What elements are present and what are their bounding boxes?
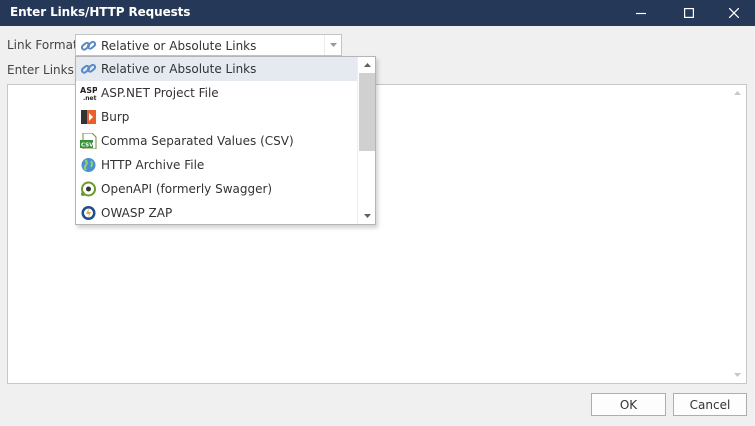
chevron-down-icon <box>329 43 337 47</box>
format-dropdown-list: Relative or Absolute Links ASP .net ASP.… <box>75 56 376 225</box>
link-icon <box>80 63 97 74</box>
arrow-down-icon <box>363 214 371 218</box>
cancel-button[interactable]: Cancel <box>673 393 747 416</box>
globe-icon <box>81 158 96 172</box>
minimize-icon <box>636 12 646 15</box>
dropdown-item-label: Burp <box>101 110 130 124</box>
close-icon <box>729 8 739 18</box>
link-format-select[interactable]: Relative or Absolute Links <box>75 34 342 56</box>
dropdown-item-openapi[interactable]: OpenAPI (formerly Swagger) <box>76 177 358 201</box>
close-button[interactable] <box>711 0 755 26</box>
dropdown-item-relative-absolute-links[interactable]: Relative or Absolute Links <box>76 57 358 81</box>
dropdown-item-burp[interactable]: Burp <box>76 105 358 129</box>
link-format-label: Link Format <box>7 38 78 52</box>
svg-text:.net: .net <box>83 95 97 101</box>
arrow-down-icon <box>733 373 741 377</box>
dropdown-item-label: Relative or Absolute Links <box>101 62 257 76</box>
dropdown-scroll-up-button[interactable] <box>358 57 376 73</box>
dropdown-item-label: ASP.NET Project File <box>101 86 219 100</box>
ok-button[interactable]: OK <box>591 393 666 416</box>
dropdown-scroll-thumb[interactable] <box>359 73 375 151</box>
svg-text:ASP: ASP <box>80 86 97 95</box>
aspnet-icon: ASP .net <box>80 86 97 101</box>
scroll-up-button[interactable] <box>728 85 746 101</box>
arrow-up-icon <box>363 63 371 67</box>
dropdown-item-label: Comma Separated Values (CSV) <box>101 134 294 148</box>
dropdown-item-http-archive-file[interactable]: HTTP Archive File <box>76 153 358 177</box>
dropdown-item-csv[interactable]: CSV Comma Separated Values (CSV) <box>76 129 358 153</box>
openapi-icon <box>81 181 96 197</box>
dropdown-item-owasp-zap[interactable]: OWASP ZAP <box>76 201 358 225</box>
scroll-down-button[interactable] <box>728 367 746 383</box>
dropdown-scrollbar[interactable] <box>357 57 375 224</box>
burp-icon <box>81 110 96 124</box>
enter-links-label: Enter Links o <box>7 63 86 77</box>
window-title: Enter Links/HTTP Requests <box>10 5 191 19</box>
dropdown-item-label: OWASP ZAP <box>101 206 173 220</box>
dropdown-scroll-down-button[interactable] <box>358 208 376 224</box>
textarea-scrollbar[interactable] <box>728 85 746 383</box>
link-icon <box>80 40 97 51</box>
dropdown-item-label: OpenAPI (formerly Swagger) <box>101 182 273 196</box>
csv-icon: CSV <box>80 133 97 149</box>
svg-text:CSV: CSV <box>81 143 94 149</box>
dropdown-button[interactable] <box>324 35 341 55</box>
dropdown-item-label: HTTP Archive File <box>101 158 205 172</box>
maximize-button[interactable] <box>666 0 712 26</box>
zap-icon <box>81 206 96 220</box>
dropdown-item-aspnet-project-file[interactable]: ASP .net ASP.NET Project File <box>76 81 358 105</box>
arrow-up-icon <box>733 91 741 95</box>
selected-format-text: Relative or Absolute Links <box>101 39 257 53</box>
maximize-icon <box>684 8 694 18</box>
title-bar: Enter Links/HTTP Requests <box>0 0 755 26</box>
minimize-button[interactable] <box>618 0 664 26</box>
